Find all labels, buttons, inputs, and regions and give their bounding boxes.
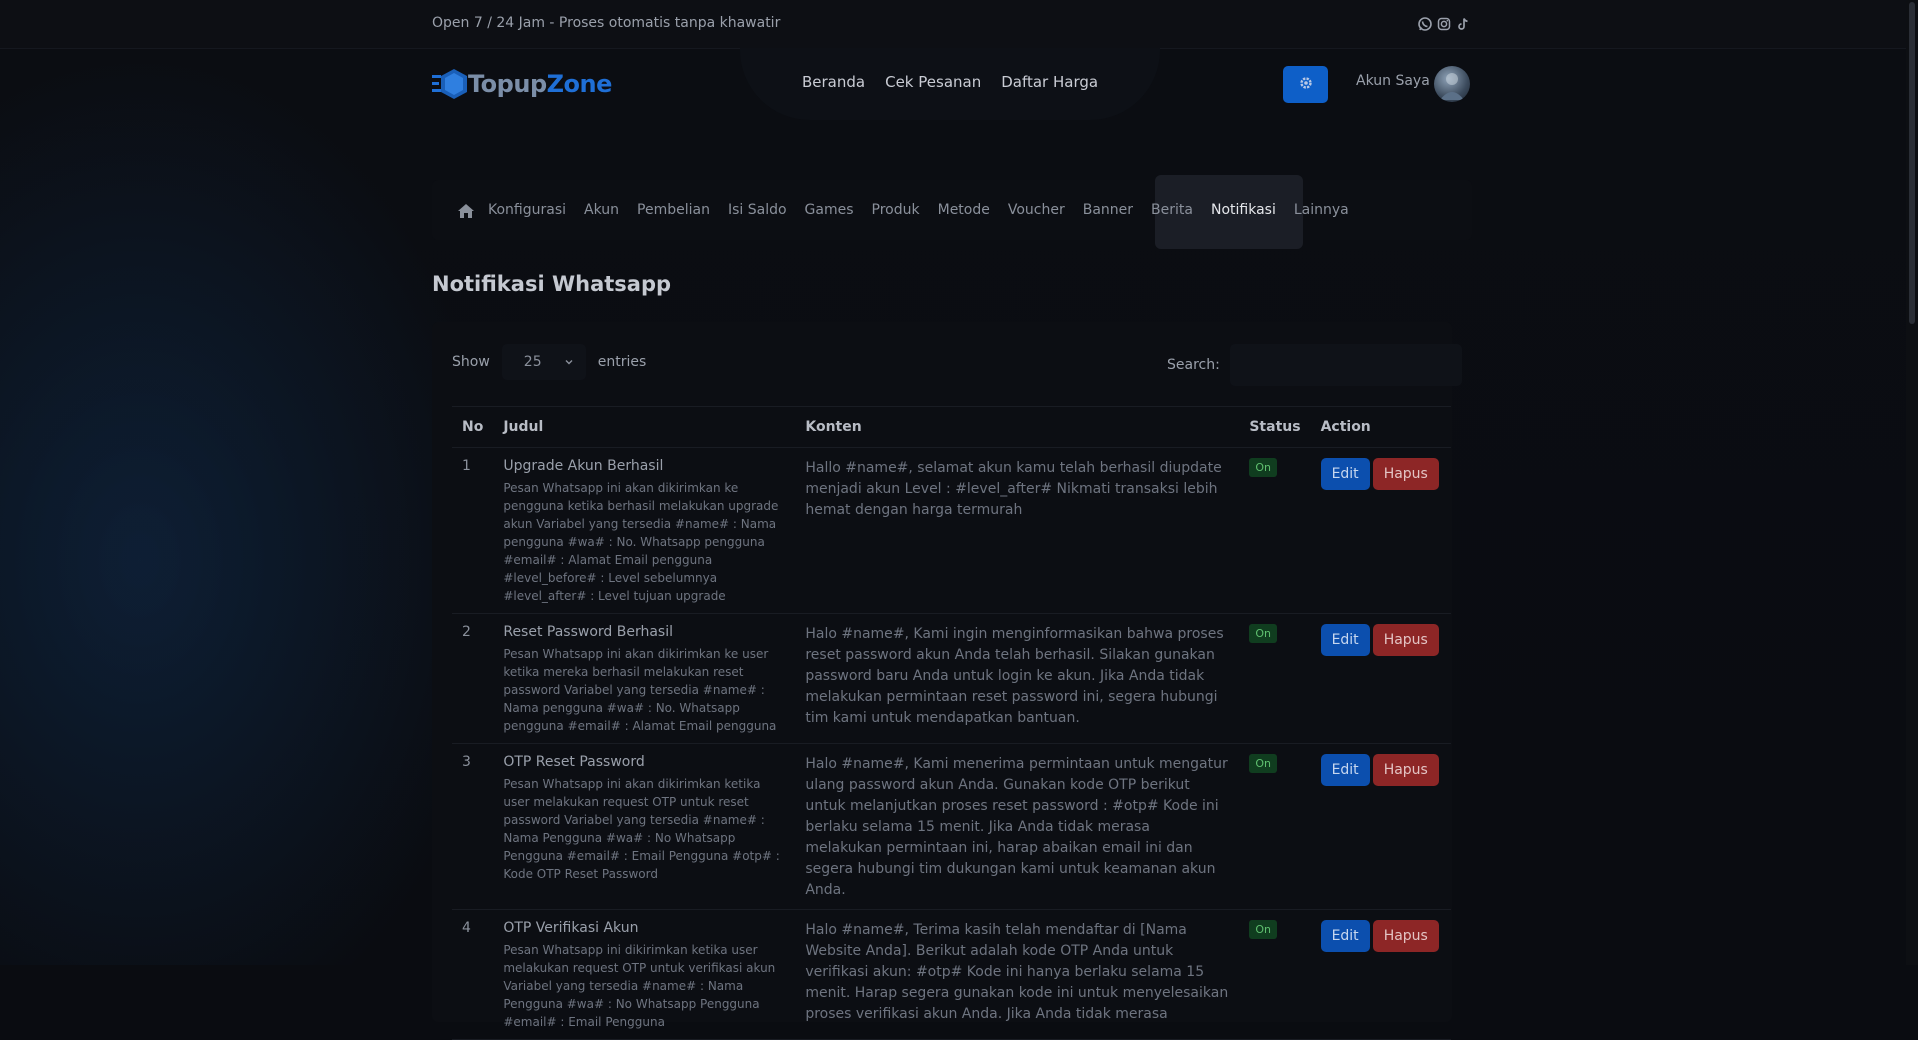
row-description: Pesan Whatsapp ini akan dikirimkan ke us… — [503, 647, 777, 733]
chevron-down-icon — [564, 355, 574, 371]
row-content: Halo #name#, Kami ingin menginformasikan… — [795, 613, 1240, 744]
nav-beranda[interactable]: Beranda — [802, 73, 865, 91]
site-logo[interactable]: TopupZone — [432, 64, 612, 104]
subnav-lainnya[interactable]: Lainnya — [1294, 202, 1349, 218]
row-status-cell: On — [1239, 447, 1311, 614]
logo-text-topup: Topup — [468, 70, 547, 98]
entries-label: entries — [597, 354, 647, 370]
col-judul[interactable]: Judul — [493, 406, 796, 448]
notification-table: No Judul Konten Status Action 1 Upgrade … — [452, 406, 1451, 1040]
row-actions: Edit Hapus — [1310, 447, 1451, 614]
subnav-banner[interactable]: Banner — [1083, 202, 1133, 218]
social-links — [1418, 16, 1470, 31]
row-title: OTP Verifikasi Akun — [503, 920, 639, 936]
page-scrollbar[interactable] — [1906, 0, 1918, 965]
subnav-games[interactable]: Games — [805, 202, 854, 218]
col-no[interactable]: No — [452, 406, 494, 448]
subnav-konfigurasi[interactable]: Konfigurasi — [488, 202, 566, 218]
nav-cek-pesanan[interactable]: Cek Pesanan — [885, 73, 981, 91]
delete-button[interactable]: Hapus — [1372, 920, 1439, 952]
home-icon[interactable] — [458, 203, 474, 218]
col-action[interactable]: Action — [1310, 406, 1451, 448]
entries-select-value: 25 — [523, 354, 542, 370]
row-number: 2 — [452, 613, 494, 744]
subnav-notifikasi[interactable]: Notifikasi — [1211, 202, 1276, 218]
row-number: 1 — [452, 447, 494, 614]
settings-button[interactable] — [1283, 66, 1328, 103]
main-nav: Beranda Cek Pesanan Daftar Harga — [802, 73, 1118, 91]
row-title: Reset Password Berhasil — [503, 624, 673, 640]
table-header-row: No Judul Konten Status Action — [452, 406, 1451, 448]
status-badge: On — [1249, 624, 1277, 643]
col-konten[interactable]: Konten — [795, 406, 1240, 448]
row-status-cell: On — [1239, 909, 1311, 1040]
edit-button[interactable]: Edit — [1320, 920, 1370, 952]
instagram-icon[interactable] — [1437, 16, 1451, 31]
row-content: Hallo #name#, selamat akun kamu telah be… — [795, 447, 1240, 614]
status-badge: On — [1249, 754, 1277, 773]
delete-button[interactable]: Hapus — [1372, 624, 1439, 656]
delete-button[interactable]: Hapus — [1372, 458, 1439, 490]
table-row: 3 OTP Reset Password Pesan Whatsapp ini … — [452, 743, 1451, 910]
entries-control: Show 25 entries — [452, 344, 646, 380]
delete-button[interactable]: Hapus — [1372, 754, 1439, 786]
subnav-produk[interactable]: Produk — [872, 202, 920, 218]
logo-mark-icon — [432, 67, 470, 101]
tiktok-icon[interactable] — [1456, 16, 1470, 30]
row-description: Pesan Whatsapp ini akan dikirimkan ketik… — [503, 777, 780, 881]
row-title: OTP Reset Password — [503, 754, 645, 770]
gear-icon — [1299, 75, 1313, 94]
table-row: 4 OTP Verifikasi Akun Pesan Whatsapp ini… — [452, 909, 1451, 1040]
avatar[interactable] — [1434, 66, 1470, 102]
subnav-isi-saldo[interactable]: Isi Saldo — [728, 202, 787, 218]
status-badge: On — [1249, 458, 1277, 477]
row-content: Halo #name#, Kami menerima permintaan un… — [795, 743, 1240, 910]
row-judul-cell: Reset Password Berhasil Pesan Whatsapp i… — [493, 613, 796, 744]
admin-subnav: Konfigurasi Akun Pembelian Isi Saldo Gam… — [432, 175, 1472, 249]
table-row: 1 Upgrade Akun Berhasil Pesan Whatsapp i… — [452, 447, 1451, 614]
table-search: Search: — [1167, 344, 1462, 386]
col-status[interactable]: Status — [1239, 406, 1311, 448]
announcement-text: Open 7 / 24 Jam - Proses otomatis tanpa … — [432, 15, 781, 31]
row-judul-cell: Upgrade Akun Berhasil Pesan Whatsapp ini… — [493, 447, 796, 614]
row-status-cell: On — [1239, 613, 1311, 744]
row-content: Halo #name#, Terima kasih telah mendafta… — [795, 909, 1240, 1040]
logo-text-zone: Zone — [546, 70, 613, 98]
row-judul-cell: OTP Reset Password Pesan Whatsapp ini ak… — [493, 743, 796, 910]
row-status-cell: On — [1239, 743, 1311, 910]
search-input[interactable] — [1229, 344, 1462, 386]
subnav-voucher[interactable]: Voucher — [1008, 202, 1065, 218]
row-actions: Edit Hapus — [1310, 613, 1451, 744]
subnav-akun[interactable]: Akun — [584, 202, 619, 218]
subnav-pembelian[interactable]: Pembelian — [637, 202, 710, 218]
row-description: Pesan Whatsapp ini akan dikirimkan ke pe… — [503, 481, 779, 603]
scrollbar-thumb[interactable] — [1909, 2, 1915, 324]
row-judul-cell: OTP Verifikasi Akun Pesan Whatsapp ini d… — [493, 909, 796, 1040]
row-actions: Edit Hapus — [1310, 909, 1451, 1040]
entries-select[interactable]: 25 — [501, 344, 586, 380]
edit-button[interactable]: Edit — [1320, 754, 1370, 786]
edit-button[interactable]: Edit — [1320, 458, 1370, 490]
page-title: Notifikasi Whatsapp — [432, 272, 672, 296]
status-badge: On — [1249, 920, 1277, 939]
row-title: Upgrade Akun Berhasil — [503, 458, 664, 474]
edit-button[interactable]: Edit — [1320, 624, 1370, 656]
show-label: Show — [452, 354, 490, 370]
announcement-bar: Open 7 / 24 Jam - Proses otomatis tanpa … — [0, 0, 1918, 49]
row-number: 3 — [452, 743, 494, 910]
whatsapp-icon[interactable] — [1418, 16, 1432, 31]
search-label: Search: — [1167, 357, 1220, 373]
table-row: 2 Reset Password Berhasil Pesan Whatsapp… — [452, 613, 1451, 744]
subnav-metode[interactable]: Metode — [938, 202, 990, 218]
row-description: Pesan Whatsapp ini dikirimkan ketika use… — [503, 943, 776, 1029]
row-actions: Edit Hapus — [1310, 743, 1451, 910]
account-menu[interactable]: Akun Saya — [1356, 73, 1430, 89]
subnav-berita[interactable]: Berita — [1151, 202, 1193, 218]
nav-daftar-harga[interactable]: Daftar Harga — [1001, 73, 1098, 91]
row-number: 4 — [452, 909, 494, 1040]
